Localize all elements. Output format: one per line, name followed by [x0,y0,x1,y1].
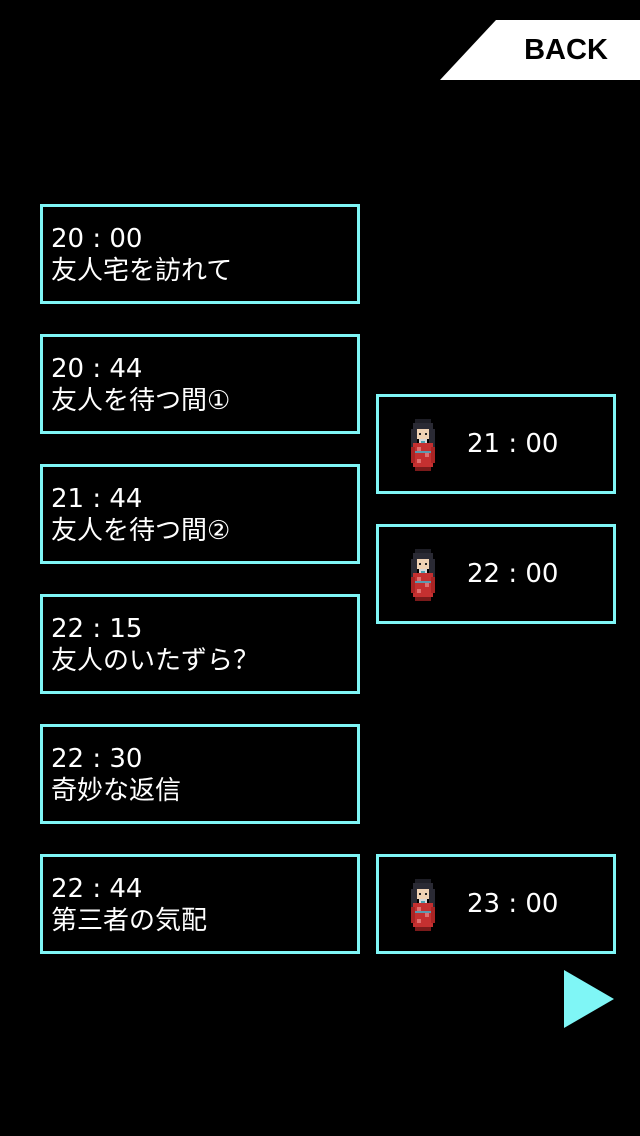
side-chapter-item-1[interactable]: 21 : 00 [376,394,616,494]
chapter-time: 22 : 30 [51,744,143,774]
next-page-arrow-icon[interactable] [564,970,614,1028]
chapter-time: 22 : 44 [51,874,143,904]
chapter-time: 22 : 15 [51,614,143,644]
back-button[interactable]: BACK [440,20,640,80]
kimono-girl-icon [407,549,439,601]
kimono-girl-icon [407,879,439,931]
chapter-title: 友人のいたずら？ [51,646,260,676]
chapter-time: 21 : 44 [51,484,143,514]
side-chapter-time: 23 : 00 [467,889,559,919]
back-button-label: BACK [524,34,608,66]
chapter-item-2[interactable]: 20 : 44 友人を待つ間① [40,334,360,434]
chapter-item-3[interactable]: 21 : 44 友人を待つ間② [40,464,360,564]
chapter-item-1[interactable]: 20 : 00 友人宅を訪れて [40,204,360,304]
side-chapter-item-2[interactable]: 22 : 00 [376,524,616,624]
chapter-title: 奇妙な返信 [51,776,182,806]
side-chapter-item-3[interactable]: 23 : 00 [376,854,616,954]
chapter-time: 20 : 44 [51,354,143,384]
chapter-title: 友人を待つ間② [51,516,231,546]
chapter-time: 20 : 00 [51,224,143,254]
chapter-title: 友人宅を訪れて [51,256,233,286]
chapter-item-5[interactable]: 22 : 30 奇妙な返信 [40,724,360,824]
side-chapter-time: 21 : 00 [467,429,559,459]
chapter-item-4[interactable]: 22 : 15 友人のいたずら？ [40,594,360,694]
side-chapter-time: 22 : 00 [467,559,559,589]
kimono-girl-icon [407,419,439,471]
chapter-item-6[interactable]: 22 : 44 第三者の気配 [40,854,360,954]
chapter-title: 友人を待つ間① [51,386,231,416]
chapter-title: 第三者の気配 [51,906,208,936]
